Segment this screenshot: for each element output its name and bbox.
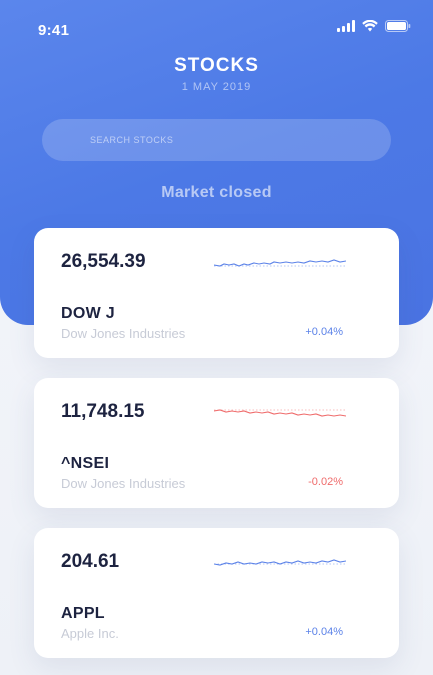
stock-price: 26,554.39 <box>61 251 146 272</box>
market-status: Market closed <box>161 184 272 201</box>
stock-price: 11,748.15 <box>61 401 145 422</box>
stock-symbol: ^NSEI <box>61 455 110 472</box>
stock-card[interactable]: 204.61 APPL Apple Inc. +0.04% <box>34 528 399 658</box>
battery-icon <box>385 20 411 32</box>
page-date: 1 MAY 2019 <box>181 81 252 93</box>
title-block: STOCKS 1 MAY 2019 <box>0 55 433 93</box>
status-time: 9:41 <box>38 22 70 39</box>
sparkline-chart <box>214 409 346 417</box>
stock-change: -0.02% <box>308 476 343 488</box>
stock-card[interactable]: 26,554.39 DOW J Dow Jones Industries +0.… <box>34 228 399 358</box>
sparkline-chart <box>214 559 346 566</box>
stock-card[interactable]: 11,748.15 ^NSEI Dow Jones Industries -0.… <box>34 378 399 508</box>
search-bar[interactable] <box>42 119 391 161</box>
search-input[interactable] <box>90 135 370 145</box>
sparkline-chart <box>214 259 346 267</box>
stock-symbol: DOW J <box>61 305 115 322</box>
stock-change: +0.04% <box>305 626 343 638</box>
stock-change: +0.04% <box>305 326 343 338</box>
stock-price: 204.61 <box>61 551 120 572</box>
status-bar: 9:41 <box>0 0 433 56</box>
stock-symbol: APPL <box>61 605 105 622</box>
wifi-icon <box>362 20 378 32</box>
stock-name: Dow Jones Industries <box>61 326 186 341</box>
signal-icon <box>337 20 355 32</box>
page-title: STOCKS <box>174 55 259 76</box>
stock-name: Dow Jones Industries <box>61 476 186 491</box>
status-icons <box>337 20 411 32</box>
stock-name: Apple Inc. <box>61 626 119 641</box>
stocks-screen: 9:41 STOCKS 1 MAY 2019 SEARCH STOCKS Mar… <box>0 0 433 675</box>
